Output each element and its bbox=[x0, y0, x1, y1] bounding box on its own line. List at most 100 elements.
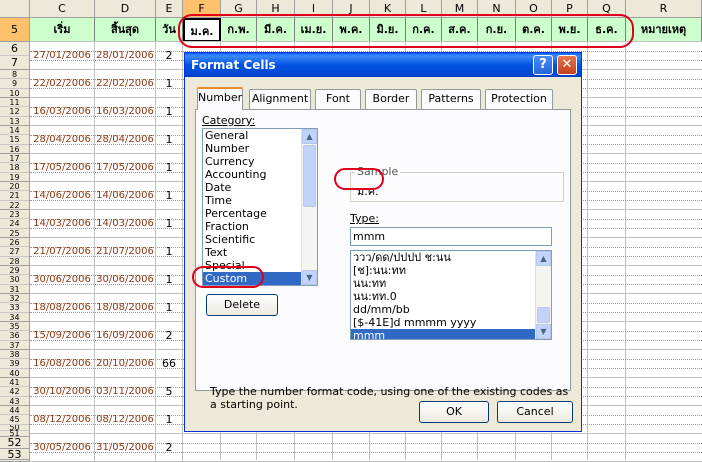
type-list-item[interactable]: นน:ทท bbox=[351, 277, 536, 290]
days-cell[interactable]: 5 bbox=[156, 378, 183, 406]
start-date-cell[interactable]: 16/03/2006 bbox=[30, 98, 95, 126]
days-cell[interactable]: 1 bbox=[156, 210, 183, 238]
end-date-cell[interactable]: 14/03/2006 bbox=[95, 210, 156, 238]
category-item-percentage[interactable]: Percentage bbox=[203, 207, 302, 220]
ok-button[interactable]: OK bbox=[419, 401, 489, 423]
category-item-text[interactable]: Text bbox=[203, 246, 302, 259]
row-header-block[interactable]: 5 bbox=[0, 18, 30, 42]
start-date-cell[interactable]: 14/06/2006 bbox=[30, 182, 95, 210]
end-date-cell[interactable]: 30/06/2006 bbox=[95, 266, 156, 294]
row-header-block[interactable]: 14 15 16 bbox=[0, 126, 30, 154]
start-date-cell[interactable]: 17/05/2006 bbox=[30, 154, 95, 182]
row-header-block[interactable]: 20 21 22 bbox=[0, 182, 30, 210]
end-date-cell[interactable]: 28/01/2006 bbox=[95, 42, 156, 70]
category-item-currency[interactable]: Currency bbox=[203, 155, 302, 168]
start-date-cell[interactable]: 21/07/2006 bbox=[30, 238, 95, 266]
scroll-up-icon[interactable]: ▲ bbox=[302, 129, 317, 144]
type-input[interactable]: mmm bbox=[350, 227, 552, 246]
end-date-cell[interactable]: 16/09/2006 bbox=[95, 322, 156, 350]
days-cell[interactable]: 2 bbox=[156, 42, 183, 70]
type-scrollbar[interactable]: ▲ ▼ bbox=[535, 251, 551, 339]
end-date-cell[interactable]: 18/08/2006 bbox=[95, 294, 156, 322]
days-cell[interactable]: 1 bbox=[156, 406, 183, 434]
tab-border[interactable]: Border bbox=[365, 89, 417, 109]
type-listbox[interactable]: ววว/ดด/ปปปป ช:นน [ช]:นน:ทท นน:ทท นน:ทท.0 dd/… bbox=[350, 250, 552, 340]
days-cell[interactable]: 2 bbox=[156, 434, 183, 462]
start-date-cell[interactable]: 15/09/2006 bbox=[30, 322, 95, 350]
start-date-cell[interactable]: 28/04/2006 bbox=[30, 126, 95, 154]
scroll-thumb[interactable] bbox=[537, 307, 550, 323]
row-header-block[interactable]: 26 27 28 bbox=[0, 238, 30, 266]
end-date-cell[interactable]: 31/05/2006 bbox=[95, 434, 156, 462]
column-header-r[interactable]: R bbox=[626, 0, 702, 18]
category-item-scientific[interactable]: Scientific bbox=[203, 233, 302, 246]
category-scrollbar[interactable]: ▲ ▼ bbox=[301, 129, 317, 285]
row-header-block[interactable]: 23 24 25 bbox=[0, 210, 30, 238]
end-date-cell[interactable]: 08/12/2006 bbox=[95, 406, 156, 434]
category-item-fraction[interactable]: Fraction bbox=[203, 220, 302, 233]
row-header-block[interactable]: 11 12 13 bbox=[0, 98, 30, 126]
category-item-time[interactable]: Time bbox=[203, 194, 302, 207]
category-listbox[interactable]: General Number Currency Accounting Date Time P… bbox=[202, 128, 318, 286]
category-item-accounting[interactable]: Accounting bbox=[203, 168, 302, 181]
scroll-down-icon[interactable]: ▼ bbox=[302, 270, 317, 285]
start-date-cell[interactable]: 18/08/2006 bbox=[30, 294, 95, 322]
cancel-button[interactable]: Cancel bbox=[497, 401, 573, 423]
row-header-block[interactable]: 32 33 34 bbox=[0, 294, 30, 322]
end-date-cell[interactable]: 16/03/2006 bbox=[95, 98, 156, 126]
row-header-block[interactable]: 38 39 40 bbox=[0, 350, 30, 378]
type-list-item[interactable]: ววว/ดด/ปปปป ช:นน bbox=[351, 251, 536, 264]
end-date-cell[interactable]: 22/02/2006 bbox=[95, 70, 156, 98]
column-header-c[interactable]: C bbox=[30, 0, 95, 18]
select-all-corner[interactable] bbox=[0, 0, 30, 18]
days-cell[interactable]: 1 bbox=[156, 182, 183, 210]
scroll-thumb[interactable] bbox=[303, 145, 316, 207]
start-date-cell[interactable]: 14/03/2006 bbox=[30, 210, 95, 238]
tab-font[interactable]: Font bbox=[315, 89, 361, 109]
days-cell[interactable]: 66 bbox=[156, 350, 183, 378]
category-item-general[interactable]: General bbox=[203, 129, 302, 142]
row-header-block[interactable]: 53 bbox=[0, 449, 30, 460]
end-date-cell[interactable]: 21/07/2006 bbox=[95, 238, 156, 266]
tab-number[interactable]: Number bbox=[197, 87, 243, 110]
type-list-item[interactable]: mmm bbox=[351, 329, 536, 339]
header-cell-c[interactable]: เริ่ม bbox=[30, 18, 95, 42]
days-cell[interactable]: 1 bbox=[156, 238, 183, 266]
help-button[interactable]: ? bbox=[533, 55, 553, 75]
start-date-cell[interactable]: 30/05/2006 bbox=[30, 434, 95, 462]
end-date-cell[interactable]: 17/05/2006 bbox=[95, 154, 156, 182]
scroll-up-icon[interactable]: ▲ bbox=[536, 251, 551, 266]
row-header-block[interactable]: 41 42 43 bbox=[0, 378, 30, 406]
days-cell[interactable]: 1 bbox=[156, 266, 183, 294]
start-date-cell[interactable]: 30/10/2006 bbox=[30, 378, 95, 406]
dialog-title-bar[interactable]: Format Cells ? ✕ bbox=[185, 53, 581, 77]
row-header-block[interactable]: 67 bbox=[0, 42, 30, 70]
tab-patterns[interactable]: Patterns bbox=[421, 89, 481, 109]
close-button[interactable]: ✕ bbox=[557, 55, 577, 75]
end-date-cell[interactable]: 28/04/2006 bbox=[95, 126, 156, 154]
row-header-block[interactable]: 8 9 10 bbox=[0, 70, 30, 98]
column-header-d[interactable]: D bbox=[95, 0, 156, 18]
header-cell-r[interactable]: หมายเหตุ bbox=[626, 18, 702, 42]
row-header-block[interactable]: 50 51 bbox=[0, 425, 30, 437]
type-list-item[interactable]: [$-41E]d mmmm yyyy bbox=[351, 316, 536, 329]
category-item-number[interactable]: Number bbox=[203, 142, 302, 155]
header-cell-d[interactable]: สิ้นสุด bbox=[95, 18, 156, 42]
row-header-block[interactable]: 52 bbox=[0, 437, 30, 449]
end-date-cell[interactable]: 20/10/2006 bbox=[95, 350, 156, 378]
type-list-item[interactable]: นน:ทท.0 bbox=[351, 290, 536, 303]
start-date-cell[interactable]: 30/06/2006 bbox=[30, 266, 95, 294]
days-cell[interactable]: 1 bbox=[156, 98, 183, 126]
tab-alignment[interactable]: Alignment bbox=[249, 89, 311, 109]
row-header-block[interactable]: 35 36 37 bbox=[0, 322, 30, 350]
start-date-cell[interactable]: 22/02/2006 bbox=[30, 70, 95, 98]
row-header-block[interactable]: 17 18 19 bbox=[0, 154, 30, 182]
scroll-down-icon[interactable]: ▼ bbox=[536, 324, 551, 339]
start-date-cell[interactable]: 27/01/2006 bbox=[30, 42, 95, 70]
days-cell[interactable]: 2 bbox=[156, 322, 183, 350]
tab-protection[interactable]: Protection bbox=[485, 89, 553, 109]
days-cell[interactable]: 1 bbox=[156, 294, 183, 322]
end-date-cell[interactable]: 03/11/2006 bbox=[95, 378, 156, 406]
days-cell[interactable]: 1 bbox=[156, 70, 183, 98]
start-date-cell[interactable]: 08/12/2006 bbox=[30, 406, 95, 434]
